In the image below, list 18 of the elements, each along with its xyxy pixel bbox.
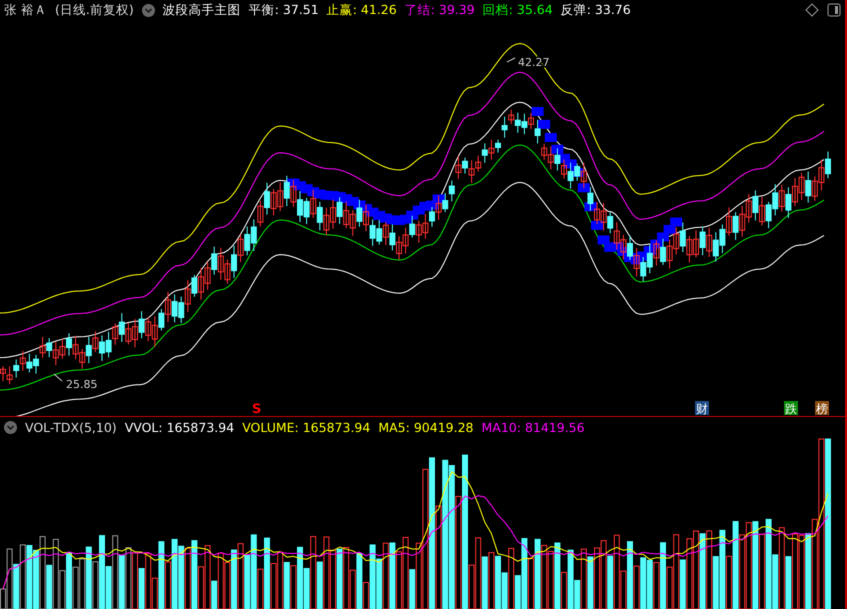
volume-reading: MA5: 90419.28 [378, 420, 474, 434]
event-tag[interactable]: 榜 [815, 401, 829, 416]
indicator-reading: 反弹: 33.76 [560, 2, 631, 18]
volume-indicator-name: VOL-TDX(5,10) [25, 420, 117, 434]
indicator-name: 波段高手主图 [162, 2, 241, 18]
volume-reading: VOLUME: 165873.94 [242, 420, 370, 434]
indicator-reading: 止赢: 41.26 [326, 2, 397, 18]
indicator-reading: 了结: 39.39 [404, 2, 475, 18]
sell-signal-mark: S [252, 402, 262, 416]
indicator-reading: 回档: 35.64 [482, 2, 553, 18]
volume-reading: VVOL: 165873.94 [124, 420, 234, 434]
event-tag[interactable]: 跌 [784, 401, 798, 416]
volume-reading: MA10: 81419.56 [482, 420, 585, 434]
low-price-label: 25.85 [66, 378, 98, 391]
indicator-reading: 平衡: 37.51 [248, 2, 319, 18]
event-tag[interactable]: 财 [695, 401, 709, 416]
period-label: (日线.前复权) [54, 2, 134, 18]
stock-name: 张 裕Ａ [4, 2, 47, 18]
